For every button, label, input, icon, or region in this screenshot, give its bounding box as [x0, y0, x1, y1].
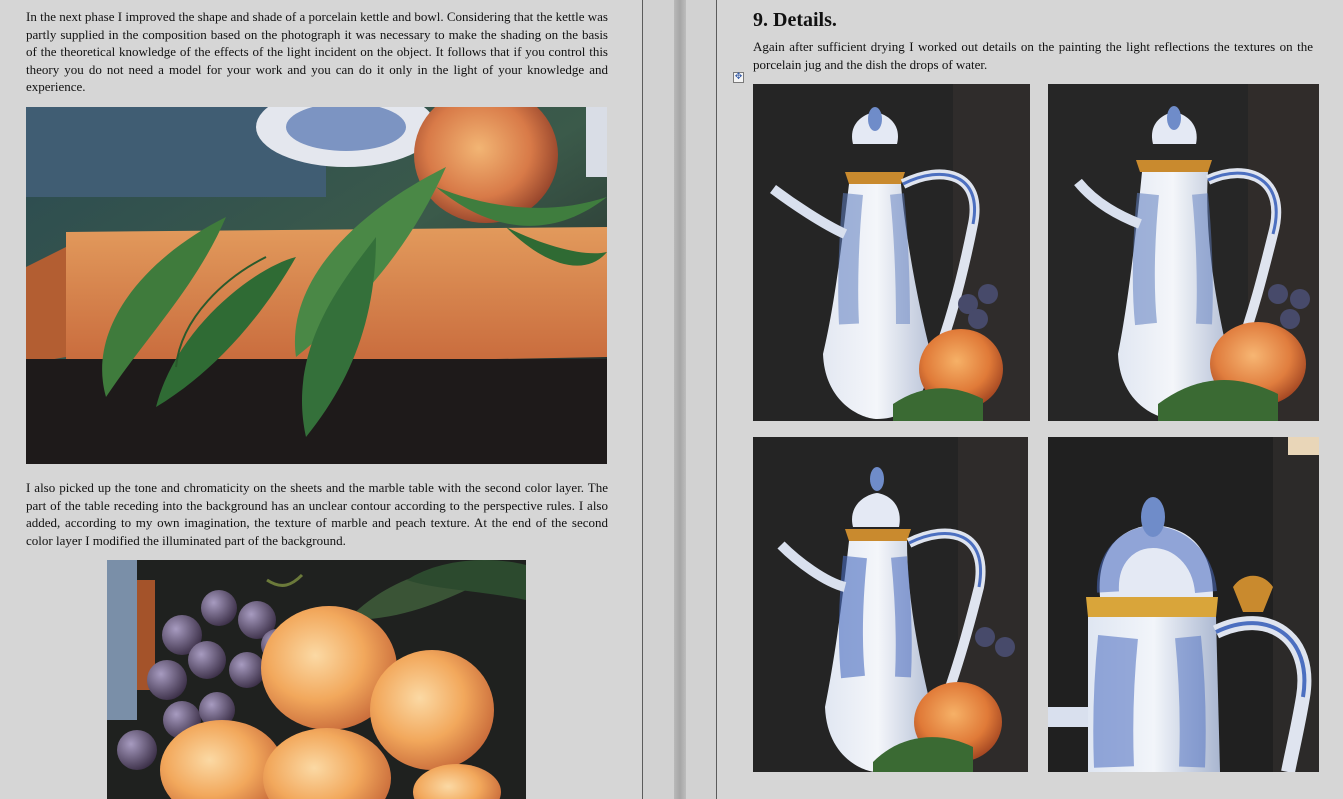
- body-paragraph: Again after sufficient drying I worked o…: [753, 39, 1313, 72]
- body-paragraph: I also picked up the tone and chromatici…: [26, 480, 608, 548]
- move-arrows-icon[interactable]: ✥: [733, 72, 744, 83]
- detail-jug-image-3: [753, 437, 1028, 772]
- painting-peaches-grapes-image: [107, 560, 526, 799]
- detail-jug-image-1: [753, 84, 1030, 421]
- document-page-left: In the next phase I improved the shape a…: [0, 0, 643, 799]
- body-paragraph: In the next phase I improved the shape a…: [26, 9, 608, 94]
- painting-peach-leaves-image: [26, 107, 607, 464]
- detail-jug-image-4: [1048, 437, 1319, 772]
- section-heading: 9. Details.: [753, 9, 837, 31]
- detail-jug-image-2: [1048, 84, 1319, 421]
- page-divider: [674, 0, 686, 799]
